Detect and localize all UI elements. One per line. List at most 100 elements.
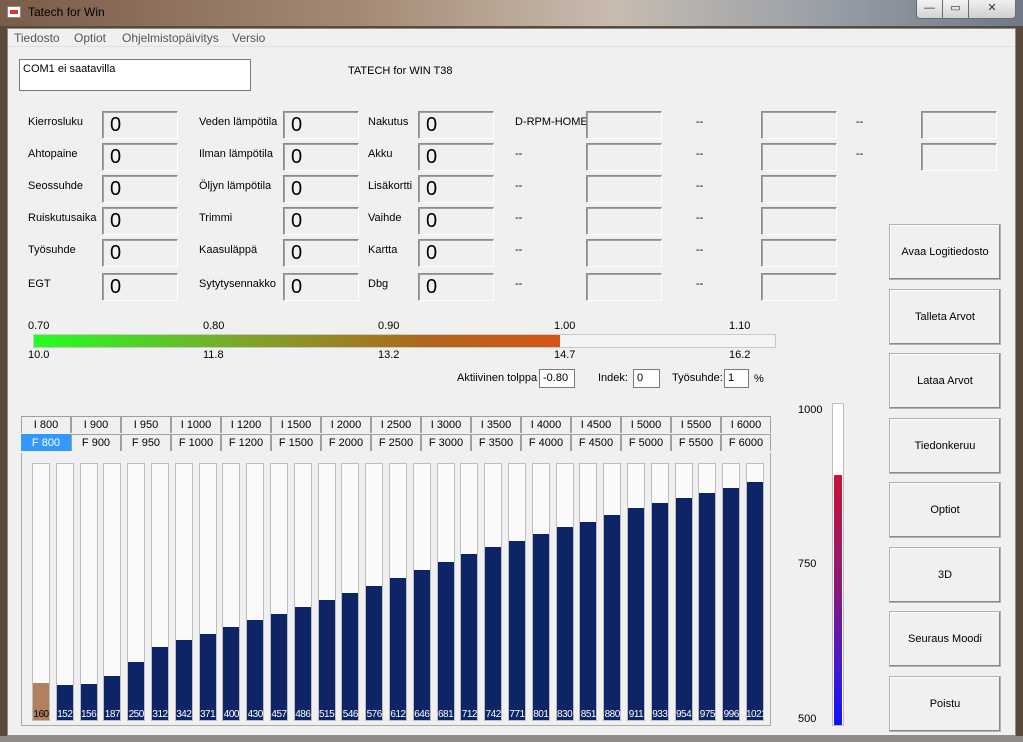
fuel-map-column[interactable]: 801	[531, 463, 550, 721]
fuel-map-bar-value: 486	[295, 709, 311, 720]
fuel-map-bar-value: 801	[533, 709, 549, 720]
load-values-button[interactable]: Lataa Arvot	[889, 353, 1001, 409]
fuel-map-column[interactable]: 400	[222, 463, 241, 721]
tab-ignition[interactable]: I 2000	[321, 416, 371, 433]
close-button[interactable]: ✕	[968, 0, 1016, 19]
tab-fuel[interactable]: F 900	[71, 434, 121, 451]
duty-label: Työsuhde:	[672, 372, 723, 384]
fuel-map-column[interactable]: 546	[341, 463, 360, 721]
tab-fuel[interactable]: F 2500	[371, 434, 421, 451]
3d-button[interactable]: 3D	[889, 546, 1001, 603]
active-column-field[interactable]: -0.80	[539, 369, 575, 388]
tab-fuel[interactable]: F 2000	[321, 434, 371, 451]
fuel-map-column[interactable]: 430	[246, 463, 265, 721]
tab-fuel[interactable]: F 1000	[171, 434, 221, 451]
fuel-map-column[interactable]: 771	[508, 463, 526, 721]
tab-fuel[interactable]: F 1200	[221, 434, 271, 451]
tab-ignition[interactable]: I 3000	[421, 416, 471, 433]
gauge-value: 0	[102, 207, 178, 235]
menu-options[interactable]: Optiot	[74, 31, 106, 45]
tab-ignition[interactable]: I 5500	[671, 416, 721, 433]
gauge-value: 0	[102, 143, 178, 171]
index-field[interactable]: 0	[633, 369, 660, 388]
gauge-label: --	[515, 180, 523, 192]
fuel-map-column[interactable]: 156	[79, 463, 98, 721]
tab-ignition[interactable]: I 800	[21, 416, 71, 433]
gauge-label: Ilman lämpötila	[199, 148, 273, 160]
fuel-map-column[interactable]: 160	[32, 463, 50, 721]
tab-fuel[interactable]: F 1500	[271, 434, 321, 451]
fuel-map-column[interactable]: 954	[674, 463, 693, 721]
fuel-map-column[interactable]: 742	[484, 463, 503, 721]
fuel-map-bar	[628, 508, 644, 720]
fuel-map-column[interactable]: 830	[555, 463, 574, 721]
fuel-map-bar-value: 371	[200, 709, 216, 720]
fuel-map-column[interactable]: 312	[151, 463, 169, 721]
fuel-map-column[interactable]: 1021	[746, 463, 764, 721]
fuel-map-column[interactable]: 681	[436, 463, 455, 721]
fuel-map-column[interactable]: 250	[127, 463, 146, 721]
tab-ignition[interactable]: I 3500	[471, 416, 521, 433]
tab-fuel[interactable]: F 5000	[621, 434, 671, 451]
data-collection-button[interactable]: Tiedonkeruu	[889, 417, 1001, 474]
vertical-scale-fill	[834, 475, 842, 725]
tab-fuel[interactable]: F 4500	[571, 434, 621, 451]
menu-file[interactable]: Tiedosto	[14, 31, 60, 45]
menu-software-update[interactable]: Ohjelmistopäivitys	[122, 31, 219, 45]
gauge-value: 0	[418, 273, 494, 301]
fuel-map-column[interactable]: 646	[412, 463, 431, 721]
gauge-label: Akku	[368, 148, 393, 160]
save-values-button[interactable]: Talleta Arvot	[889, 288, 1001, 345]
tab-fuel[interactable]: F 5500	[671, 434, 721, 451]
fuel-map-column[interactable]: 457	[270, 463, 288, 721]
gauge-label: Ahtopaine	[28, 148, 78, 160]
fuel-map-bar-value: 187	[104, 709, 121, 720]
tab-ignition[interactable]: I 2500	[371, 416, 421, 433]
tab-fuel[interactable]: F 950	[121, 434, 171, 451]
maximize-button[interactable]: ▭	[942, 0, 969, 19]
fuel-map-column[interactable]: 371	[198, 463, 217, 721]
fuel-map-column[interactable]: 187	[103, 463, 122, 721]
fuel-map-bar-value: 342	[176, 709, 192, 720]
fuel-map-bar-value: 712	[461, 709, 478, 720]
fuel-map-column[interactable]: 911	[627, 463, 645, 721]
follow-mode-button[interactable]: Seuraus Moodi	[889, 611, 1001, 667]
fuel-map-column[interactable]: 612	[389, 463, 407, 721]
fuel-map-bar	[223, 627, 240, 720]
tab-fuel[interactable]: F 6000	[721, 434, 771, 451]
tab-ignition[interactable]: I 950	[121, 416, 171, 433]
tab-fuel[interactable]: F 4000	[521, 434, 571, 451]
gauge-value: 0	[283, 111, 359, 139]
tab-ignition[interactable]: I 900	[71, 416, 121, 433]
lambda-tick-top: 0.70	[28, 320, 50, 332]
fuel-map-bar-value: 546	[342, 709, 359, 720]
tab-fuel[interactable]: F 3000	[421, 434, 471, 451]
tab-ignition[interactable]: I 1000	[171, 416, 221, 433]
tab-ignition[interactable]: I 1500	[271, 416, 321, 433]
fuel-map-column[interactable]: 975	[698, 463, 717, 721]
fuel-map-column[interactable]: 152	[55, 463, 74, 721]
tab-fuel[interactable]: F 3500	[471, 434, 521, 451]
tab-ignition[interactable]: I 6000	[721, 416, 771, 433]
minimize-button[interactable]: —	[916, 0, 943, 19]
fuel-map-column[interactable]: 880	[603, 463, 622, 721]
fuel-map-column[interactable]: 342	[174, 463, 193, 721]
open-log-button[interactable]: Avaa Logitiedosto	[889, 224, 1001, 280]
fuel-map-column[interactable]: 851	[579, 463, 598, 721]
fuel-map-column[interactable]: 576	[365, 463, 384, 721]
exit-button[interactable]: Poistu	[889, 675, 1001, 732]
tab-ignition[interactable]: I 4500	[571, 416, 621, 433]
options-button[interactable]: Optiot	[889, 482, 1001, 538]
lambda-tick-top: 0.80	[203, 320, 225, 332]
tab-fuel[interactable]: F 800	[21, 434, 71, 451]
tab-ignition[interactable]: I 1200	[221, 416, 271, 433]
tab-ignition[interactable]: I 4000	[521, 416, 571, 433]
fuel-map-column[interactable]: 515	[317, 463, 336, 721]
fuel-map-column[interactable]: 996	[722, 463, 741, 721]
menu-version[interactable]: Versio	[232, 31, 265, 45]
duty-field[interactable]: 1	[724, 369, 749, 388]
fuel-map-column[interactable]: 486	[293, 463, 312, 721]
tab-ignition[interactable]: I 5000	[621, 416, 671, 433]
fuel-map-column[interactable]: 933	[650, 463, 669, 721]
fuel-map-column[interactable]: 712	[460, 463, 479, 721]
